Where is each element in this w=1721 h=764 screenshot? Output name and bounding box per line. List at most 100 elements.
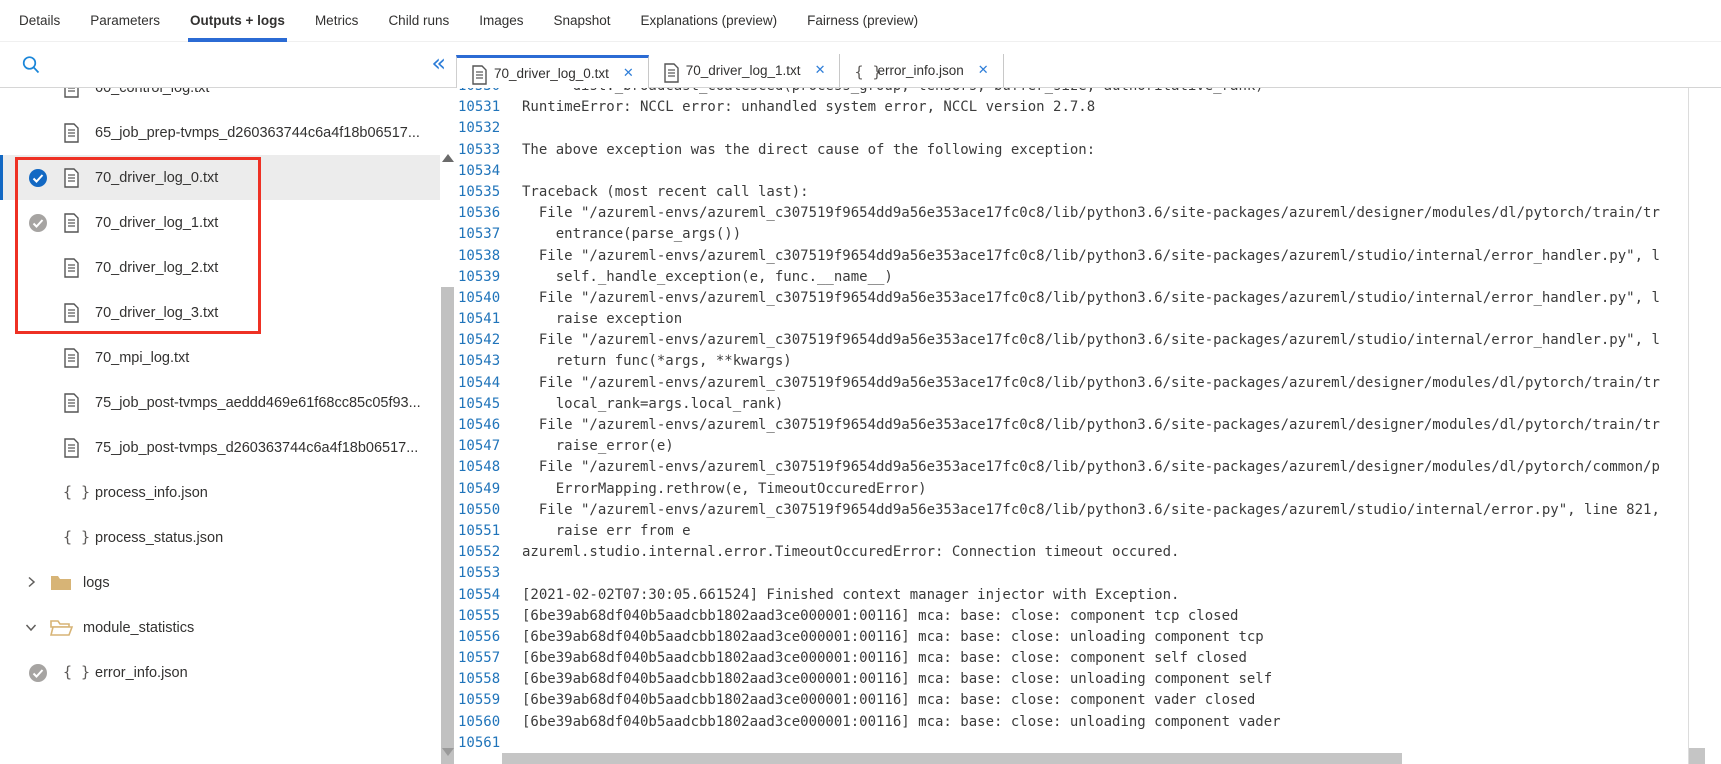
editor-vertical-scrollbar-thumb[interactable] bbox=[1689, 748, 1705, 764]
scroll-down-icon[interactable] bbox=[442, 748, 454, 756]
log-line: 10546 File "/azureml-envs/azureml_c30751… bbox=[456, 415, 1721, 436]
tree-item-label: module_statistics bbox=[83, 619, 195, 636]
log-line: 10533 The above exception was the direct … bbox=[456, 140, 1721, 161]
log-line: 10548 File "/azureml-envs/azureml_c30751… bbox=[456, 457, 1721, 478]
line-text bbox=[502, 161, 522, 182]
editor-tab-70_driver_log_1.txt[interactable]: 70_driver_log_1.txt ✕ bbox=[648, 54, 841, 87]
tree-item-70_mpi_log.txt[interactable]: 70_mpi_log.txt bbox=[0, 335, 440, 380]
line-number: 10547 bbox=[458, 438, 501, 455]
file-search-bar: « bbox=[0, 42, 456, 88]
log-line: 10557 [6be39ab68df040b5aadcbb1802aad3ce00… bbox=[456, 648, 1721, 669]
line-text: raise_error(e) bbox=[522, 438, 674, 455]
line-number: 10533 bbox=[458, 141, 501, 158]
line-number: 10552 bbox=[458, 544, 501, 561]
tree-item-75_job_post-tvmps_aeddd469e61f68cc85c05f93...[interactable]: 75_job_post-tvmps_aeddd469e61f68cc85c05f… bbox=[0, 380, 440, 425]
file-icon bbox=[471, 65, 487, 85]
tab-label: error_info.json bbox=[877, 63, 964, 78]
log-line: 10543 return func(*args, **kwargs) bbox=[456, 351, 1721, 372]
tree-item-label: 70_driver_log_0.txt bbox=[95, 169, 219, 186]
log-line: 10554 [2021-02-02T07:30:05.661524] Finish… bbox=[456, 585, 1721, 606]
nav-tab-outputs-logs[interactable]: Outputs + logs bbox=[175, 0, 300, 42]
log-line: 10532 bbox=[456, 118, 1721, 139]
json-icon: { } bbox=[63, 527, 91, 546]
nav-tab-snapshot[interactable]: Snapshot bbox=[539, 0, 626, 42]
line-text: [6be39ab68df040b5aadcbb1802aad3ce000001:… bbox=[522, 713, 1281, 730]
tree-item-65_job_prep-tvmps_d260363744c6a4f18b06517...[interactable]: 65_job_prep-tvmps_d260363744c6a4f18b0651… bbox=[0, 110, 440, 155]
file-icon bbox=[63, 257, 83, 278]
nav-tab-fairness-preview[interactable]: Fairness (preview) bbox=[792, 0, 933, 42]
log-content[interactable]: 10530 dist._broadcast_coalesced(process_… bbox=[456, 88, 1721, 764]
line-number: 10550 bbox=[458, 501, 501, 518]
line-number: 10531 bbox=[458, 99, 501, 116]
editor-horizontal-scrollbar-thumb[interactable] bbox=[502, 753, 1402, 764]
line-text: File "/azureml-envs/azureml_c307519f9654… bbox=[522, 205, 1660, 222]
tree-item-logs[interactable]: logs bbox=[0, 560, 440, 605]
tree-item-70_driver_log_0.txt[interactable]: 70_driver_log_0.txt bbox=[0, 155, 440, 200]
chevron-right-icon[interactable] bbox=[24, 575, 40, 591]
line-number: 10532 bbox=[458, 120, 501, 137]
line-text: [6be39ab68df040b5aadcbb1802aad3ce000001:… bbox=[522, 628, 1264, 645]
close-icon[interactable]: ✕ bbox=[623, 66, 634, 81]
line-text: [6be39ab68df040b5aadcbb1802aad3ce000001:… bbox=[522, 650, 1247, 667]
tree-item-module_statistics[interactable]: module_statistics bbox=[0, 605, 440, 650]
editor-tab-70_driver_log_0.txt[interactable]: 70_driver_log_0.txt ✕ bbox=[456, 55, 649, 88]
line-text: File "/azureml-envs/azureml_c307519f9654… bbox=[522, 374, 1660, 391]
file-tree-scrollbar-thumb[interactable] bbox=[441, 287, 454, 764]
log-line: 10541 raise exception bbox=[456, 309, 1721, 330]
nav-tab-metrics[interactable]: Metrics bbox=[300, 0, 374, 42]
file-icon bbox=[63, 392, 83, 413]
line-text: local_rank=args.local_rank) bbox=[522, 395, 784, 412]
tree-item-label: 75_job_post-tvmps_d260363744c6a4f18b0651… bbox=[95, 439, 419, 456]
close-icon[interactable]: ✕ bbox=[978, 63, 989, 78]
nav-tab-explanations-preview[interactable]: Explanations (preview) bbox=[626, 0, 793, 42]
line-number: 10538 bbox=[458, 247, 501, 264]
file-tree-scrollbar[interactable] bbox=[440, 88, 456, 764]
line-text: dist._broadcast_coalesced(process_group,… bbox=[502, 88, 1264, 97]
nav-tab-details[interactable]: Details bbox=[4, 0, 75, 42]
log-line: 10556 [6be39ab68df040b5aadcbb1802aad3ce00… bbox=[456, 627, 1721, 648]
main-content: « 60_control_log.txt 65_job_prep-tvmps_d… bbox=[0, 42, 1721, 764]
log-line: 10538 File "/azureml-envs/azureml_c30751… bbox=[456, 246, 1721, 267]
line-number: 10549 bbox=[458, 480, 501, 497]
line-number: 10536 bbox=[458, 205, 501, 222]
log-line: 10558 [6be39ab68df040b5aadcbb1802aad3ce00… bbox=[456, 669, 1721, 690]
file-icon bbox=[63, 88, 83, 98]
tree-item-process_info.json[interactable]: { } process_info.json bbox=[0, 470, 440, 515]
scroll-up-icon[interactable] bbox=[442, 154, 454, 162]
log-line: 10555 [6be39ab68df040b5aadcbb1802aad3ce00… bbox=[456, 606, 1721, 627]
log-line: 10537 entrance(parse_args()) bbox=[456, 224, 1721, 245]
file-icon bbox=[63, 347, 83, 368]
tree-item-70_driver_log_1.txt[interactable]: 70_driver_log_1.txt bbox=[0, 200, 440, 245]
nav-tab-child-runs[interactable]: Child runs bbox=[373, 0, 464, 42]
tree-item-label: 70_driver_log_2.txt bbox=[95, 259, 219, 276]
line-text: [6be39ab68df040b5aadcbb1802aad3ce000001:… bbox=[522, 671, 1273, 688]
tree-item-60_control_log.txt[interactable]: 60_control_log.txt bbox=[0, 88, 440, 110]
tab-label: 70_driver_log_0.txt bbox=[494, 65, 609, 81]
tree-item-label: 70_driver_log_1.txt bbox=[95, 214, 219, 231]
line-number: 10556 bbox=[458, 628, 501, 645]
log-line: 10561 bbox=[456, 733, 1721, 754]
status-checked-blue-icon bbox=[28, 168, 48, 188]
log-line: 10544 File "/azureml-envs/azureml_c30751… bbox=[456, 373, 1721, 394]
nav-tab-parameters[interactable]: Parameters bbox=[75, 0, 175, 42]
line-number: 10558 bbox=[458, 671, 501, 688]
chevron-down-icon[interactable] bbox=[24, 620, 40, 636]
log-line: 10552 azureml.studio.internal.error.Timeo… bbox=[456, 542, 1721, 563]
search-icon[interactable] bbox=[20, 54, 42, 76]
tree-item-error_info.json[interactable]: { } error_info.json bbox=[0, 650, 440, 695]
line-text: azureml.studio.internal.error.TimeoutOcc… bbox=[522, 544, 1180, 561]
folder-icon bbox=[50, 573, 72, 593]
line-text bbox=[502, 563, 522, 584]
tree-item-70_driver_log_2.txt[interactable]: 70_driver_log_2.txt bbox=[0, 245, 440, 290]
tree-item-label: 60_control_log.txt bbox=[95, 88, 209, 96]
collapse-panel-icon[interactable]: « bbox=[429, 51, 448, 79]
tree-item-process_status.json[interactable]: { } process_status.json bbox=[0, 515, 440, 560]
log-line: 10539 self._handle_exception(e, func.__n… bbox=[456, 267, 1721, 288]
tree-item-75_job_post-tvmps_d260363744c6a4f18b06517...[interactable]: 75_job_post-tvmps_d260363744c6a4f18b0651… bbox=[0, 425, 440, 470]
nav-tab-images[interactable]: Images bbox=[464, 0, 538, 42]
tree-item-70_driver_log_3.txt[interactable]: 70_driver_log_3.txt bbox=[0, 290, 440, 335]
editor-tab-error_info.json[interactable]: { } error_info.json ✕ bbox=[840, 54, 1004, 87]
close-icon[interactable]: ✕ bbox=[815, 63, 826, 78]
tree-item-label: logs bbox=[83, 574, 110, 591]
line-text: File "/azureml-envs/azureml_c307519f9654… bbox=[522, 289, 1660, 306]
